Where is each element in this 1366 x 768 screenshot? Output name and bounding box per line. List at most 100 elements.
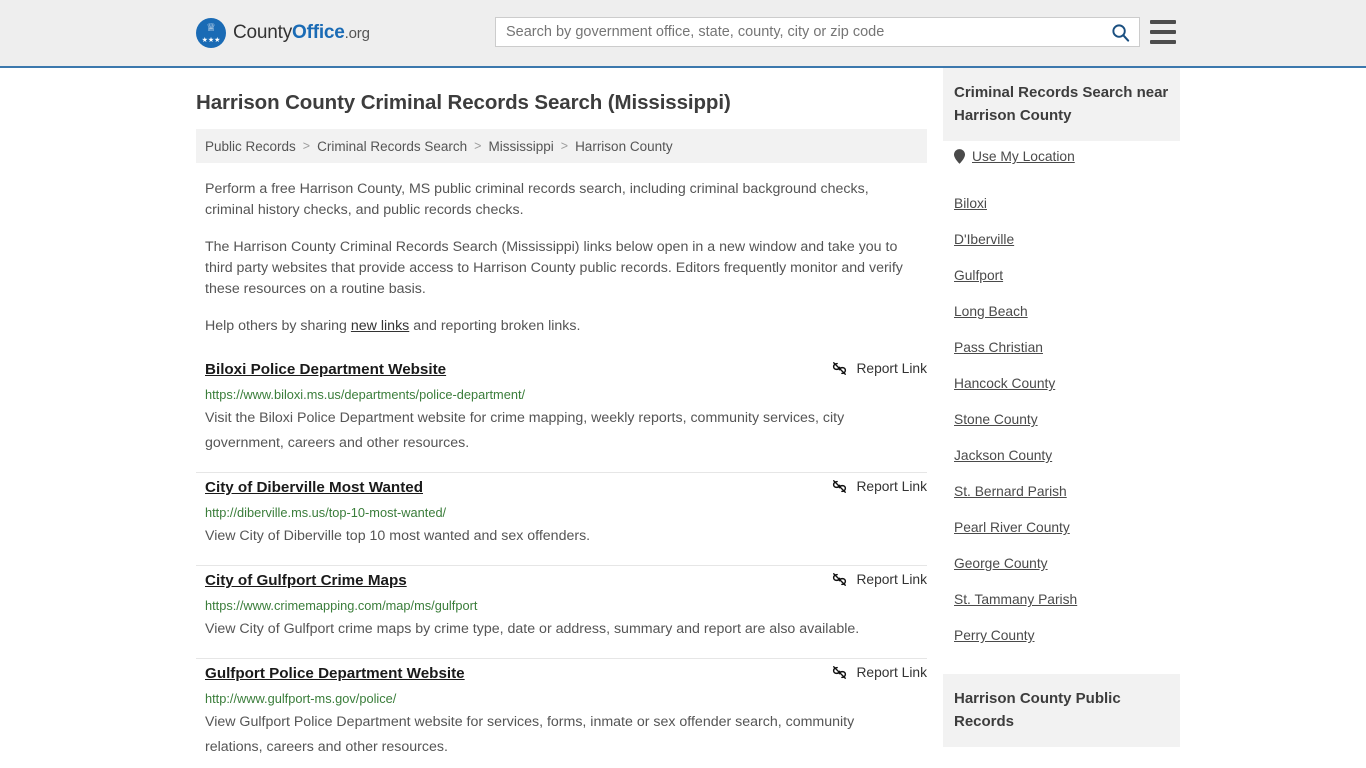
result-header: Gulfport Police Department Website Repor…	[205, 663, 927, 685]
list-item: St. Tammany Parish	[943, 582, 1180, 618]
new-links-link[interactable]: new links	[351, 318, 409, 334]
nearby-link-perry-county[interactable]: Perry County	[943, 618, 1035, 654]
stars-glyph: ★★★	[201, 37, 221, 44]
nearby-link-jackson-county[interactable]: Jackson County	[943, 438, 1052, 474]
nearby-link-hancock-county[interactable]: Hancock County	[943, 366, 1055, 402]
share-text-after: and reporting broken links.	[409, 318, 581, 334]
report-link-button[interactable]: Report Link	[831, 478, 927, 495]
intro-paragraph-2: The Harrison County Criminal Records Sea…	[205, 239, 903, 297]
list-item: Biloxi	[943, 186, 1180, 222]
eagle-glyph: ♕	[206, 22, 216, 34]
logo-text-org: .org	[344, 25, 370, 42]
page-body: Harrison County Criminal Records Search …	[0, 68, 1366, 768]
hamburger-bar-3	[1150, 40, 1176, 44]
result-header: City of Diberville Most Wanted Report Li…	[205, 477, 927, 499]
result-item: City of Diberville Most Wanted Report Li…	[196, 473, 927, 566]
result-item: City of Gulfport Crime Maps Report Link …	[196, 566, 927, 659]
result-url[interactable]: http://diberville.ms.us/top-10-most-want…	[205, 504, 927, 521]
breadcrumb-separator: >	[302, 139, 311, 153]
result-url[interactable]: http://www.gulfport-ms.gov/police/	[205, 690, 927, 707]
eagle-seal-icon: ♕ ★★★	[196, 18, 226, 48]
nearby-link-st-bernard-parish[interactable]: St. Bernard Parish	[943, 474, 1067, 510]
logo-text-county: County	[233, 22, 293, 43]
use-my-location-label: Use My Location	[972, 149, 1075, 164]
map-pin-icon	[954, 149, 965, 164]
logo-text-office: Office	[292, 22, 345, 43]
breadcrumb-item-mississippi[interactable]: Mississippi	[488, 139, 553, 154]
result-title-link[interactable]: Gulfport Police Department Website	[205, 663, 465, 685]
main-content: Harrison County Criminal Records Search …	[196, 68, 927, 768]
search-input[interactable]	[496, 18, 1101, 46]
result-description: View City of Gulfport crime maps by crim…	[205, 621, 860, 637]
breadcrumb-separator: >	[560, 139, 569, 153]
result-header: Biloxi Police Department Website Report …	[205, 359, 927, 381]
report-link-label: Report Link	[856, 479, 927, 494]
site-header: ♕ ★★★ CountyOffice.org	[0, 0, 1366, 68]
result-url[interactable]: https://www.biloxi.ms.us/departments/pol…	[205, 386, 927, 403]
result-description: Visit the Biloxi Police Department websi…	[205, 410, 845, 451]
result-title-link[interactable]: City of Gulfport Crime Maps	[205, 570, 407, 592]
intro-paragraph-3: Help others by sharing new links and rep…	[205, 316, 917, 337]
list-item: Pearl River County	[943, 510, 1180, 546]
result-item: Biloxi Police Department Website Report …	[196, 359, 927, 473]
site-logo[interactable]: ♕ ★★★ CountyOffice.org	[196, 18, 370, 48]
broken-link-icon	[833, 362, 847, 375]
nearby-link-diberville[interactable]: D'Iberville	[943, 222, 1014, 258]
list-item: Long Beach	[943, 294, 1180, 330]
nearby-link-pearl-river-county[interactable]: Pearl River County	[943, 510, 1070, 546]
nearby-link-george-county[interactable]: George County	[943, 546, 1048, 582]
hamburger-bar-2	[1150, 30, 1176, 34]
list-item: George County	[943, 546, 1180, 582]
hamburger-bar-1	[1150, 20, 1176, 24]
search-bar[interactable]	[495, 17, 1140, 47]
result-description: View Gulfport Police Department website …	[205, 714, 855, 755]
nearby-link-pass-christian[interactable]: Pass Christian	[943, 330, 1043, 366]
nearby-link-stone-county[interactable]: Stone County	[943, 402, 1038, 438]
result-title-link[interactable]: City of Diberville Most Wanted	[205, 477, 423, 499]
hamburger-menu-button[interactable]	[1150, 20, 1176, 44]
result-header: City of Gulfport Crime Maps Report Link	[205, 570, 927, 592]
nearby-link-gulfport[interactable]: Gulfport	[943, 258, 1003, 294]
list-item: Jackson County	[943, 438, 1180, 474]
sidebar: Criminal Records Search near Harrison Co…	[943, 68, 1180, 768]
result-item: Gulfport Police Department Website Repor…	[196, 659, 927, 768]
breadcrumb-item-harrison-county[interactable]: Harrison County	[575, 139, 673, 154]
report-link-label: Report Link	[856, 572, 927, 587]
sidebar-public-records-heading: Harrison County Public Records	[943, 674, 1180, 747]
share-text-before: Help others by sharing	[205, 318, 351, 334]
list-item: Perry County	[943, 618, 1180, 654]
result-description: View City of Diberville top 10 most want…	[205, 528, 591, 544]
nearby-link-biloxi[interactable]: Biloxi	[943, 186, 987, 222]
result-url[interactable]: https://www.crimemapping.com/map/ms/gulf…	[205, 597, 927, 614]
broken-link-icon	[833, 666, 847, 679]
site-logo-text: CountyOffice.org	[233, 22, 370, 44]
breadcrumb-separator: >	[474, 139, 482, 153]
nearby-link-long-beach[interactable]: Long Beach	[943, 294, 1028, 330]
nearby-locations-list: Biloxi D'Iberville Gulfport Long Beach P…	[943, 172, 1180, 654]
nearby-link-st-tammany-parish[interactable]: St. Tammany Parish	[943, 582, 1077, 618]
breadcrumb: Public Records > Criminal Records Search…	[196, 129, 927, 163]
list-item: St. Bernard Parish	[943, 474, 1180, 510]
sidebar-nearby-heading: Criminal Records Search near Harrison Co…	[943, 68, 1180, 141]
list-item: Gulfport	[943, 258, 1180, 294]
report-link-button[interactable]: Report Link	[831, 664, 927, 681]
report-link-label: Report Link	[856, 361, 927, 376]
result-title-link[interactable]: Biloxi Police Department Website	[205, 359, 446, 381]
search-icon	[1111, 23, 1129, 42]
report-link-label: Report Link	[856, 665, 927, 680]
report-link-button[interactable]: Report Link	[831, 360, 927, 377]
breadcrumb-item-public-records[interactable]: Public Records	[205, 139, 296, 154]
breadcrumb-item-criminal-records-search[interactable]: Criminal Records Search	[317, 139, 467, 154]
use-my-location-button[interactable]: Use My Location	[943, 141, 1180, 172]
broken-link-icon	[833, 573, 847, 586]
list-item: D'Iberville	[943, 222, 1180, 258]
list-item: Pass Christian	[943, 330, 1180, 366]
results-list: Biloxi Police Department Website Report …	[196, 359, 927, 768]
report-link-button[interactable]: Report Link	[831, 571, 927, 588]
list-item: Stone County	[943, 402, 1180, 438]
broken-link-icon	[833, 480, 847, 493]
list-item: Hancock County	[943, 366, 1180, 402]
page-title: Harrison County Criminal Records Search …	[196, 91, 731, 114]
intro-paragraph-1: Perform a free Harrison County, MS publi…	[205, 181, 869, 218]
search-button[interactable]	[1101, 18, 1139, 46]
